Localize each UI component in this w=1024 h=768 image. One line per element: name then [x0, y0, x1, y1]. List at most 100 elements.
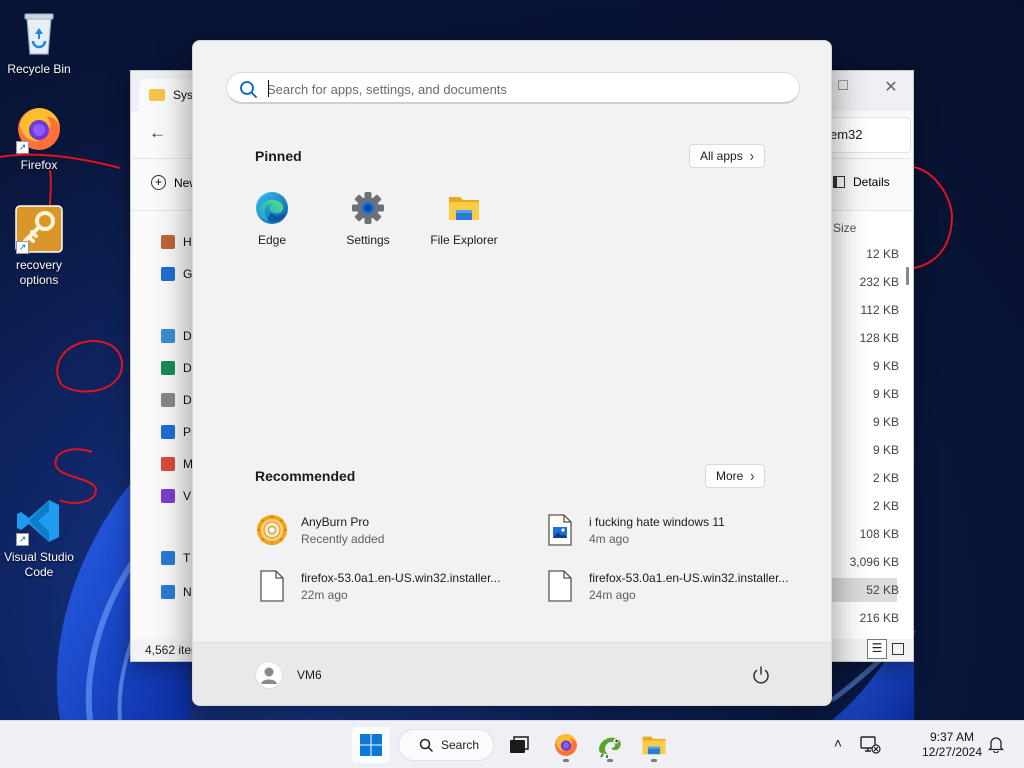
details-view-icon[interactable]: ☰ [867, 639, 887, 659]
task-view-icon [510, 736, 529, 753]
recommended-item[interactable]: firefox-53.0a1.en-US.win32.installer... … [255, 564, 525, 608]
pinned-section-title: Pinned [255, 148, 302, 164]
file-list: Size 12 KB 232 KB 112 KB 128 KB 9 KB 9 KB 9 KB… [831, 211, 913, 641]
start-search-box[interactable] [226, 72, 800, 104]
pinned-app-label: Edge [257, 233, 287, 247]
recommended-item-time: 4m ago [589, 531, 630, 546]
desktop-icon-label: Visual Studio Code [4, 550, 74, 579]
pinned-app-edge[interactable]: Edge [224, 187, 320, 259]
file-size-cell: 52 KB [866, 583, 899, 597]
desktop-icon-label: recovery options [15, 258, 62, 287]
show-hidden-icons-button[interactable]: ˄ [828, 735, 848, 755]
settings-gear-icon [351, 191, 385, 225]
videos-icon [161, 489, 175, 503]
back-arrow-icon[interactable]: ← [149, 123, 166, 143]
start-button[interactable] [352, 727, 390, 763]
this-pc-icon [161, 551, 175, 565]
nav-item[interactable]: H [161, 235, 192, 249]
nav-item-label: D [183, 393, 192, 407]
desktop-icon-firefox[interactable]: ↗ Firefox [1, 104, 77, 173]
home-icon [161, 235, 175, 249]
taskbar-search-button[interactable]: Search [398, 729, 494, 761]
taskbar-file-explorer[interactable] [635, 727, 673, 763]
list-scrollbar[interactable] [906, 267, 909, 285]
nav-item[interactable]: G [161, 267, 192, 281]
power-icon [753, 666, 769, 684]
new-button[interactable]: + New [151, 175, 198, 190]
pinned-app-file-explorer[interactable]: File Explorer [416, 187, 512, 259]
recommended-item[interactable]: firefox-53.0a1.en-US.win32.installer... … [543, 564, 813, 608]
gallery-icon [161, 267, 175, 281]
nav-item[interactable]: M [161, 457, 193, 471]
nav-item-label: G [183, 267, 193, 281]
windows-logo-icon [360, 734, 382, 756]
details-pane-icon [833, 176, 845, 188]
more-label: More [716, 469, 744, 483]
nav-item[interactable]: V [161, 489, 191, 503]
network-tray-button[interactable] [858, 735, 882, 755]
nav-item[interactable]: N [161, 585, 192, 599]
recommended-item-name: AnyBurn Pro [301, 514, 370, 529]
desktop-icon-recovery-options[interactable]: ↗ recovery options [1, 204, 77, 288]
close-button[interactable]: ✕ [876, 77, 906, 97]
file-size-cell: 108 KB [859, 527, 899, 541]
nav-item[interactable]: P [161, 425, 191, 439]
file-size-cell: 9 KB [872, 359, 899, 373]
all-apps-button[interactable]: All apps › [689, 144, 765, 168]
running-indicator [563, 759, 569, 762]
pinned-app-settings[interactable]: Settings [320, 187, 416, 259]
shortcut-arrow-icon: ↗ [16, 141, 29, 154]
nav-item[interactable]: D [161, 361, 192, 375]
task-view-button[interactable] [500, 727, 538, 763]
start-menu[interactable]: Pinned All apps › Edge [192, 40, 832, 706]
search-icon [240, 81, 257, 98]
details-button[interactable]: Details [833, 175, 890, 189]
file-size-cell: 128 KB [859, 331, 899, 345]
chevron-right-icon: › [749, 146, 754, 166]
file-size-cell: 12 KB [866, 247, 899, 261]
image-file-icon [543, 513, 577, 547]
power-button[interactable] [749, 663, 773, 687]
recommended-item-name: firefox-53.0a1.en-US.win32.installer... [589, 570, 789, 585]
notifications-button[interactable] [987, 735, 1006, 755]
music-icon [161, 457, 175, 471]
text-caret [268, 80, 269, 97]
maximize-button[interactable]: □ [828, 77, 858, 95]
nav-item[interactable]: D [161, 329, 192, 343]
taskbar-firefox[interactable] [547, 727, 585, 763]
user-avatar-icon [255, 661, 283, 689]
recommended-item[interactable]: i fucking hate windows 11 4m ago [543, 508, 813, 552]
more-button[interactable]: More › [705, 464, 766, 488]
documents-icon [161, 393, 175, 407]
recommended-item-time: 22m ago [301, 587, 348, 602]
nav-item-label: T [183, 551, 191, 565]
taskbar-clock[interactable]: 9:37 AM 12/27/2024 [916, 730, 988, 760]
all-apps-label: All apps [700, 149, 743, 163]
start-search-input[interactable] [267, 79, 787, 99]
file-size-cell: 112 KB [860, 303, 899, 317]
nav-item-label: P [183, 425, 192, 439]
recommended-item[interactable]: AnyBurn Pro Recently added [255, 508, 525, 552]
desktop-icon-recycle-bin[interactable]: Recycle Bin [1, 8, 77, 77]
folder-icon [149, 89, 165, 101]
chevron-up-icon: ˄ [833, 735, 843, 751]
user-account-button[interactable]: VM6 [255, 660, 322, 690]
desktop-icon-vscode[interactable]: ↗ Visual Studio Code [1, 496, 77, 580]
file-size-cell: 9 KB [872, 415, 899, 429]
desktop-icon-label: Firefox [20, 158, 58, 172]
size-column-header[interactable]: Size [833, 221, 856, 235]
tiles-view-icon[interactable] [892, 643, 904, 655]
taskbar-app-chameleon[interactable] [591, 727, 629, 763]
key-icon: ↗ [14, 204, 64, 254]
nav-item[interactable]: D [161, 393, 192, 407]
nav-item[interactable]: T [161, 551, 190, 565]
network-disconnected-icon [860, 736, 881, 754]
firefox-icon: ↗ [14, 104, 64, 154]
file-explorer-icon [447, 191, 481, 225]
anyburn-disc-icon [255, 513, 289, 547]
file-size-cell: 2 KB [872, 499, 899, 513]
nav-item-label: V [183, 489, 192, 503]
address-bar[interactable]: em32 [825, 117, 911, 153]
file-size-cell: 9 KB [872, 387, 899, 401]
nav-item-label: N [183, 585, 192, 599]
